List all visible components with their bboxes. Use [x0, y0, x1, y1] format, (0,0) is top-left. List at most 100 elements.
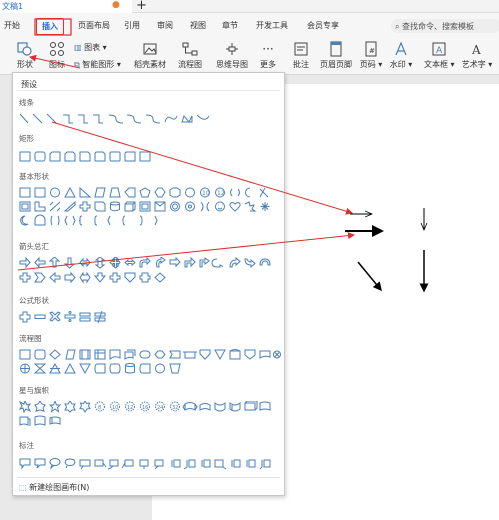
more-dots-icon: ···	[262, 42, 274, 56]
smart-graphic-icon: ⧉	[74, 60, 80, 69]
svg-text:16: 16	[142, 405, 148, 411]
page-number-icon: #	[365, 41, 377, 57]
smart-graphic-button[interactable]: ⧉ 智能图形 ▾	[74, 59, 121, 70]
flowchart-shapes-icons[interactable]	[19, 349, 281, 377]
new-tab-plus-icon[interactable]: +	[136, 0, 147, 13]
menu-item-home[interactable]: 开始	[4, 20, 20, 31]
new-canvas-label: 新建绘图画布(N)	[29, 483, 90, 492]
section-arrows: 箭头总汇	[19, 242, 49, 251]
more-button[interactable]: ··· 更多	[255, 41, 281, 70]
callout-shapes-icons[interactable]	[19, 458, 281, 470]
art-text-label: 艺术字 ▾	[461, 60, 493, 69]
search-placeholder: 查找命令、搜索模板	[402, 22, 475, 31]
shape-icon	[17, 42, 32, 56]
menu-item-reference[interactable]: 引用	[124, 20, 140, 31]
flowchart-button[interactable]: 流程图	[174, 41, 206, 70]
icon-button-label: 图标	[49, 60, 65, 69]
svg-text:24: 24	[157, 405, 163, 411]
rectangles-row	[19, 151, 179, 163]
unsaved-dot-icon: ●	[112, 0, 120, 10]
menu-item-member[interactable]: 会员专享	[307, 20, 339, 31]
menu-item-page-layout[interactable]: 页面布局	[78, 20, 110, 31]
flowchart-label: 流程图	[178, 60, 202, 69]
section-lines: 线条	[19, 98, 34, 107]
art-text-icon: A	[471, 43, 481, 57]
stars-grid: 8 10 12 16 24 32	[19, 401, 281, 431]
insert-ribbon: 形状 图标 ▥ 图表 ▾ ⧉ 智能图形 ▾ 稻壳素材 流程图 思维导图 ··· …	[0, 39, 499, 75]
arrows-grid	[19, 257, 281, 287]
rectangle-shapes-icons[interactable]	[19, 151, 179, 163]
chart-icon: ▥	[74, 43, 82, 52]
textbox-label: 文本框 ▾	[424, 60, 455, 69]
line-shapes-icons[interactable]	[19, 113, 219, 125]
preset-tab[interactable]: 预设	[21, 79, 37, 90]
page-number-label: 页码 ▾	[359, 60, 383, 69]
menu-item-view[interactable]: 视图	[190, 20, 206, 31]
header-footer-icon	[330, 41, 342, 57]
chevron-down-icon: ▾	[102, 43, 107, 52]
svg-text:10: 10	[202, 190, 210, 197]
material-label: 稻壳素材	[134, 60, 166, 69]
shape-button[interactable]: 形状	[12, 41, 38, 70]
callouts-row	[19, 458, 281, 470]
more-label: 更多	[260, 60, 276, 69]
lines-row	[19, 113, 219, 125]
svg-text:8: 8	[98, 405, 101, 411]
material-button[interactable]: 稻壳素材	[132, 41, 168, 70]
svg-text:12: 12	[217, 190, 225, 197]
icon-button[interactable]: 图标	[44, 41, 70, 70]
command-search[interactable]: ⌕ 查找命令、搜索模板	[391, 19, 499, 33]
flowchart-grid	[19, 349, 281, 377]
section-callouts: 标注	[19, 441, 34, 450]
shape-button-label: 形状	[17, 60, 33, 69]
section-basic-shapes: 基本形状	[19, 172, 49, 181]
divider	[17, 477, 280, 478]
star-shapes-icons[interactable]: 8 10 12 16 24 32	[19, 401, 281, 431]
material-icon	[143, 43, 157, 55]
textbox-button[interactable]: A 文本框 ▾	[424, 41, 455, 70]
header-footer-button[interactable]: 页眉页脚	[318, 41, 354, 70]
menu-item-insert[interactable]: 插入	[36, 18, 64, 35]
smart-graphic-label: 智能图形	[82, 60, 115, 69]
arrow-shapes-icons[interactable]	[19, 257, 281, 287]
svg-text:12: 12	[127, 405, 133, 411]
flowchart-icon	[182, 42, 198, 56]
svg-text:10: 10	[112, 405, 118, 411]
comment-icon	[294, 42, 308, 56]
comment-button[interactable]: 批注	[290, 41, 312, 70]
basic-shapes-icons[interactable]: 10 12	[19, 187, 281, 239]
menu-item-chapter[interactable]: 章节	[222, 20, 238, 31]
new-canvas-icon: ⬚	[19, 483, 27, 492]
menu-item-review[interactable]: 审阅	[157, 20, 173, 31]
divider	[17, 90, 280, 91]
svg-text:A: A	[436, 46, 443, 56]
chart-button[interactable]: ▥ 图表 ▾	[74, 42, 107, 53]
new-drawing-canvas-item[interactable]: ⬚ 新建绘图画布(N)	[19, 482, 89, 493]
watermark-button[interactable]: 水印 ▾	[388, 41, 414, 70]
document-tab[interactable]: 文稿1 ●	[0, 0, 132, 13]
menu-item-developer[interactable]: 开发工具	[256, 20, 288, 31]
chevron-down-icon: ▾	[116, 60, 121, 69]
search-icon: ⌕	[395, 22, 400, 31]
section-rectangles: 矩形	[19, 134, 34, 143]
mindmap-icon	[226, 43, 238, 55]
art-text-button[interactable]: A 艺术字 ▾	[460, 41, 494, 70]
icons-grid-icon	[50, 42, 64, 56]
shapes-dropdown-panel: 预设 线条 矩形 基本形状 10 12 箭头总汇 公式形状 流程图 星与旗帜 8…	[12, 72, 285, 496]
comment-label: 批注	[293, 60, 309, 69]
title-bar: 文稿1 ● +	[0, 0, 499, 13]
formula-shapes-icons[interactable]	[19, 311, 119, 323]
mindmap-button[interactable]: 思维导图	[212, 41, 252, 70]
chart-button-label: 图表	[84, 43, 101, 52]
section-stars-banners: 星与旗帜	[19, 386, 49, 395]
page-number-button[interactable]: # 页码 ▾	[358, 41, 384, 70]
formula-shapes-row	[19, 311, 119, 323]
watermark-icon	[395, 41, 407, 56]
watermark-label: 水印 ▾	[389, 60, 413, 69]
svg-text:#: #	[369, 47, 375, 55]
svg-text:A: A	[471, 43, 481, 57]
arrow-shape-diagonal[interactable]	[357, 261, 382, 292]
section-flowchart: 流程图	[19, 334, 42, 343]
svg-text:32: 32	[172, 405, 178, 411]
document-tab-title: 文稿1	[2, 2, 24, 11]
